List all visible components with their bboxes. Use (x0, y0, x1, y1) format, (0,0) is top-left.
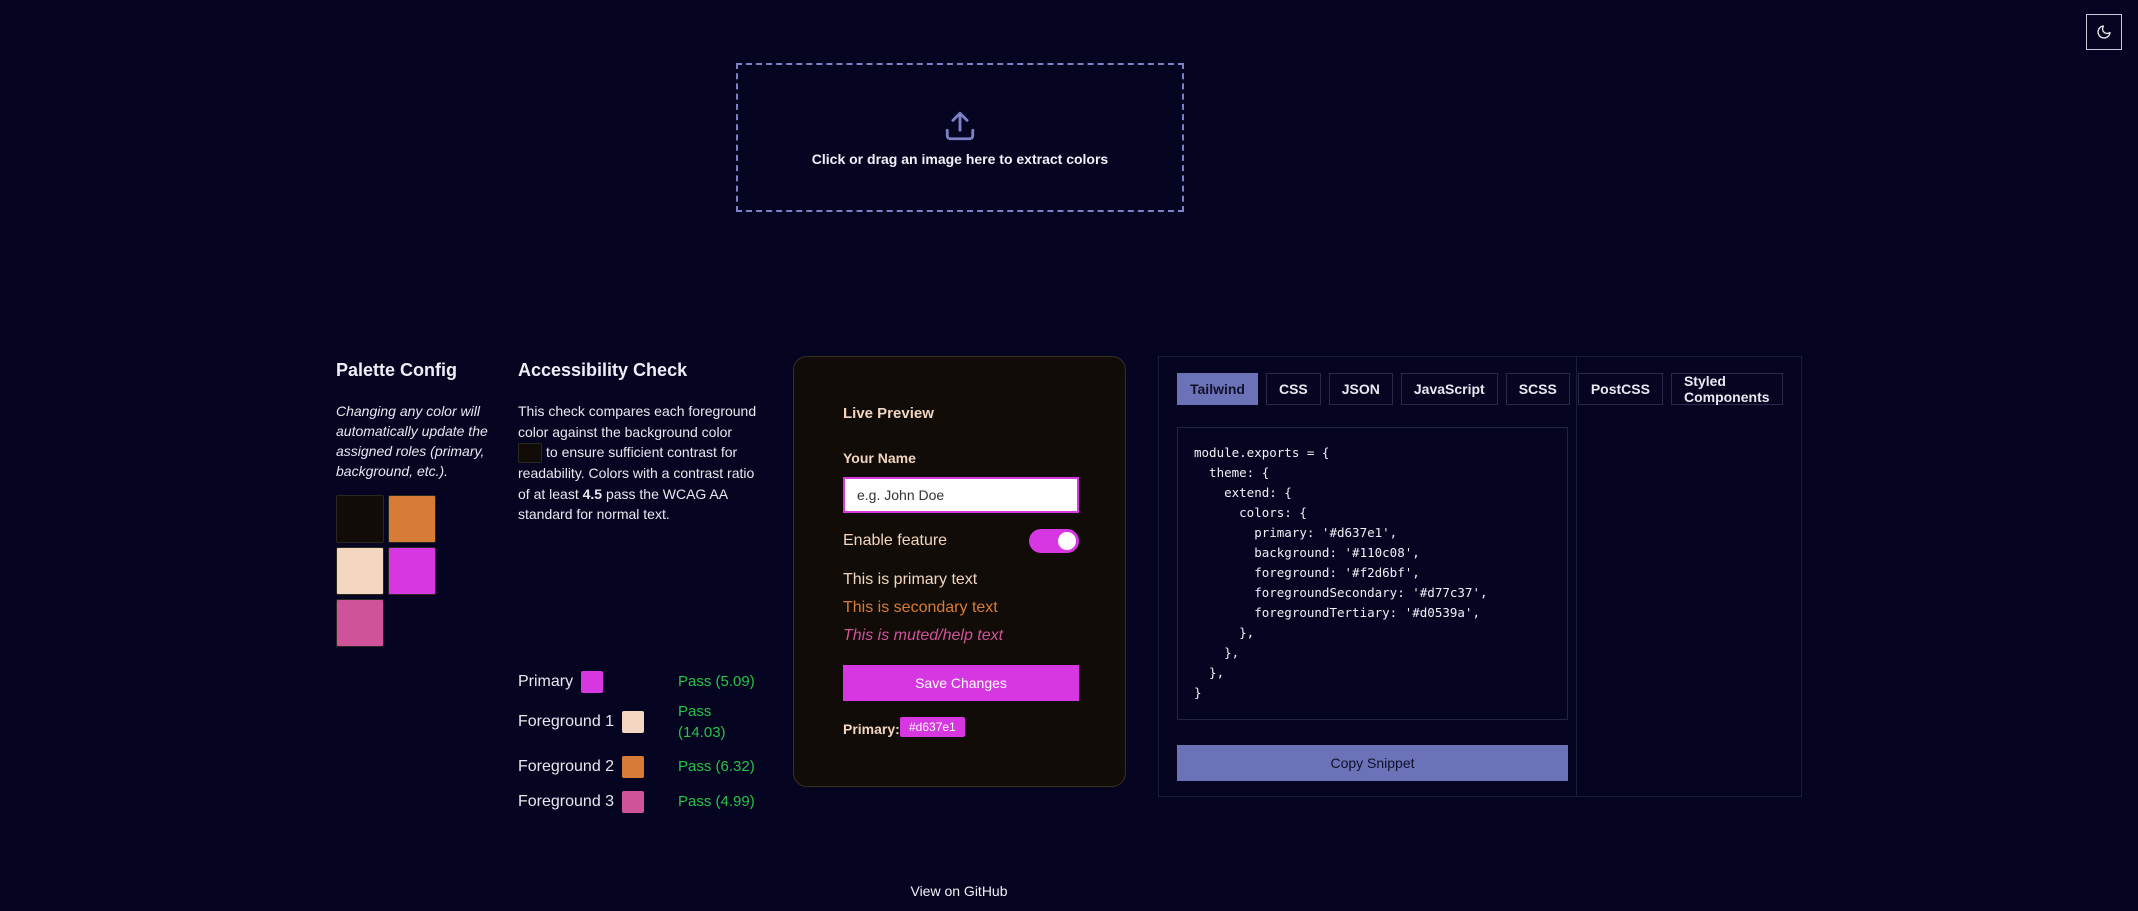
palette-config-section: Palette Config Changing any color will a… (336, 360, 496, 647)
tab-javascript[interactable]: JavaScript (1400, 373, 1498, 405)
accessibility-title: Accessibility Check (518, 360, 688, 380)
name-field-label: Your Name (843, 450, 916, 466)
primary-text-sample: This is primary text (843, 571, 978, 588)
accessibility-check-section: Accessibility Check This check compares … (518, 360, 758, 813)
primary-value-badge: #d637e1 (900, 717, 965, 737)
contrast-row-swatch[interactable] (622, 755, 645, 778)
theme-toggle-button[interactable] (2086, 14, 2122, 50)
contrast-row-name: Primary (518, 672, 574, 690)
contrast-row-name: Foreground 2 (518, 757, 615, 775)
copy-snippet-button[interactable]: Copy Snippet (1177, 745, 1568, 781)
primary-label: Primary: (843, 721, 900, 737)
enable-feature-toggle[interactable] (1029, 529, 1079, 553)
upload-label: Click or drag an image here to extract c… (811, 150, 1109, 167)
background-color-swatch (518, 443, 542, 464)
contrast-row-name: Foreground 3 (518, 792, 615, 810)
contrast-row: Foreground 1 Pass (14.03) (518, 703, 726, 741)
contrast-row-swatch[interactable] (622, 790, 645, 813)
save-changes-button[interactable]: Save Changes (843, 665, 1079, 701)
palette-swatch[interactable] (336, 599, 384, 647)
toggle-knob (1058, 532, 1076, 550)
contrast-result: Pass (5.09) (678, 673, 755, 691)
contrast-result: Pass (6.32) (678, 758, 755, 776)
moon-icon (2097, 25, 2111, 39)
palette-swatch[interactable] (336, 495, 384, 543)
palette-swatches (336, 495, 496, 647)
tab-scss[interactable]: SCSS (1505, 373, 1570, 405)
preview-title: Live Preview (843, 405, 934, 422)
palette-config-description: Changing any color will automatically up… (336, 403, 488, 479)
image-upload-dropzone[interactable]: Click or drag an image here to extract c… (736, 63, 1184, 212)
contrast-ratio-value: 4.5 (582, 485, 603, 502)
contrast-result: Pass (14.03) (678, 702, 726, 741)
tab-json[interactable]: JSON (1328, 373, 1393, 405)
muted-text-sample: This is muted/help text (843, 627, 1004, 644)
palette-swatch[interactable] (336, 547, 384, 595)
github-link[interactable]: View on GitHub (0, 883, 1918, 899)
contrast-row-swatch[interactable] (581, 670, 604, 693)
contrast-row-swatch[interactable] (622, 710, 645, 733)
contrast-row: Foreground 3 Pass (4.99) (518, 790, 755, 813)
contrast-row: Primary Pass (5.09) (518, 670, 755, 693)
contrast-row: Foreground 2 Pass (6.32) (518, 755, 755, 778)
tab-tailwind[interactable]: Tailwind (1177, 373, 1258, 405)
secondary-text-sample: This is secondary text (843, 599, 998, 616)
enable-feature-label: Enable feature (843, 532, 948, 549)
tab-styled-components[interactable]: Styled Components (1670, 373, 1783, 405)
format-tabs: Tailwind CSS JSON JavaScript SCSS PostCSS Styl… (1177, 373, 1783, 405)
palette-swatch[interactable] (388, 495, 436, 543)
accessibility-description: This check compares each foreground colo… (518, 403, 757, 523)
palette-swatch[interactable] (388, 547, 436, 595)
name-input[interactable] (843, 477, 1079, 513)
code-snippet: module.exports = { theme: { extend: { co… (1177, 427, 1568, 720)
tab-postcss[interactable]: PostCSS (1577, 373, 1663, 405)
palette-config-title: Palette Config (336, 360, 458, 380)
code-export-panel: Tailwind CSS JSON JavaScript SCSS PostCSS Styl… (1158, 356, 1802, 797)
tab-css[interactable]: CSS (1265, 373, 1321, 405)
upload-icon (945, 111, 975, 140)
contrast-row-name: Foreground 1 (518, 712, 615, 730)
live-preview-card: Live Preview Your Name Enable feature Th… (793, 356, 1126, 787)
contrast-result: Pass (4.99) (678, 793, 755, 811)
code-export-content: Tailwind CSS JSON JavaScript SCSS PostCSS Styl… (1159, 357, 1783, 796)
